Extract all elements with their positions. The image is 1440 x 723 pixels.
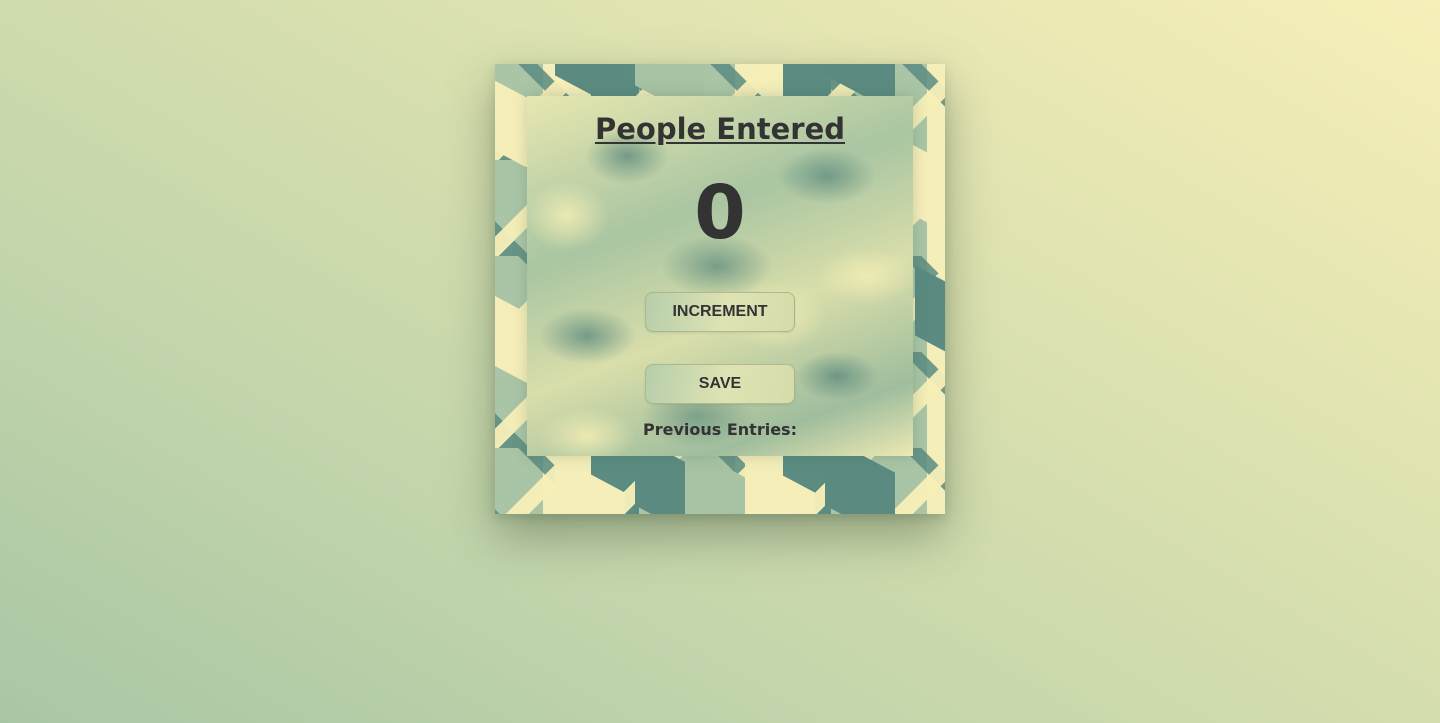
previous-entries-label: Previous Entries:	[643, 420, 797, 439]
counter-card: People Entered 0 INCREMENT SAVE Previous…	[527, 96, 913, 456]
save-button[interactable]: SAVE	[645, 364, 795, 404]
pattern-shape	[915, 265, 945, 373]
increment-button[interactable]: INCREMENT	[645, 292, 795, 332]
count-display: 0	[694, 170, 746, 256]
pattern-shape	[555, 455, 625, 514]
page-title: People Entered	[594, 112, 846, 146]
pattern-shape	[745, 455, 815, 514]
